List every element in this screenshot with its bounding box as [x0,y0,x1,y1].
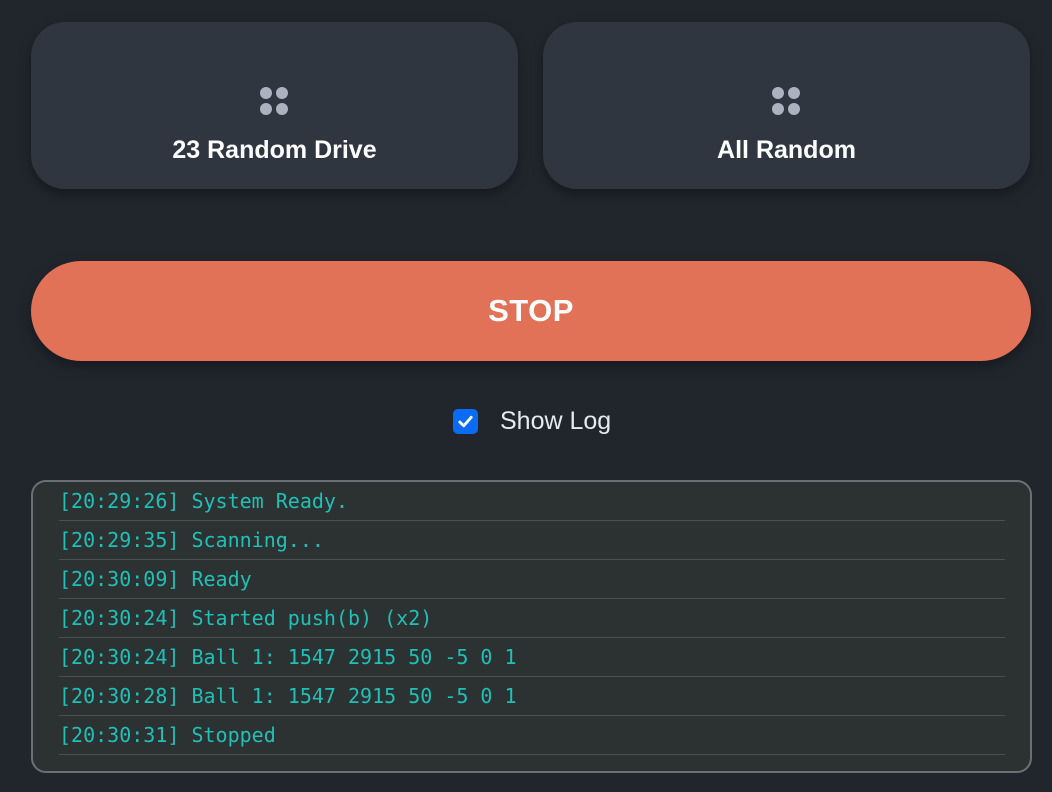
log-line: [20:29:35] Scanning... [59,521,1005,560]
show-log-label: Show Log [500,406,612,435]
log-line: [20:30:28] Ball 1: 1547 2915 50 -5 0 1 [59,677,1005,716]
log-line: [20:30:31] Stopped [59,716,1005,755]
mode-label: 23 Random Drive [172,136,377,164]
log-line: [20:30:24] Ball 1: 1547 2915 50 -5 0 1 [59,638,1005,677]
log-line: [20:29:26] System Ready. [59,482,1005,521]
app: 23 Random Drive All Random STOP Show Log… [0,0,1052,792]
grid-dots-icon [771,87,802,117]
log-panel[interactable]: [20:29:26] System Ready. [20:29:35] Scan… [31,480,1032,773]
mode-button-23-random-drive[interactable]: 23 Random Drive [31,22,518,189]
log-line: [20:30:24] Started push(b) (x2) [59,599,1005,638]
stop-button-label: STOP [488,293,574,328]
mode-label: All Random [717,136,856,164]
show-log-toggle[interactable]: Show Log [453,406,611,436]
mode-button-all-random[interactable]: All Random [543,22,1030,189]
stop-button[interactable]: STOP [31,261,1031,361]
log-line: [20:30:09] Ready [59,560,1005,599]
grid-dots-icon [259,87,290,117]
show-log-checkbox[interactable] [453,408,478,434]
checkmark-icon [458,415,473,427]
